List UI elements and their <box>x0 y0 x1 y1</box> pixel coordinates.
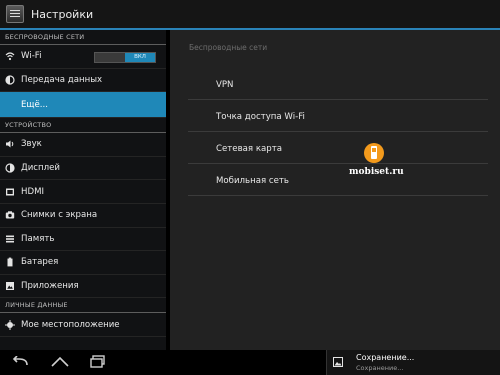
sidebar-item-label: Батарея <box>21 257 59 268</box>
battery-icon <box>5 257 15 267</box>
wifi-icon <box>5 51 15 61</box>
location-icon <box>5 319 15 330</box>
detail-item-network-card[interactable]: Сетевая карта <box>188 132 488 164</box>
sidebar-item-label: Звук <box>21 139 42 150</box>
sidebar-item-data-usage[interactable]: Передача данных <box>0 69 166 93</box>
settings-sidebar: БЕСПРОВОДНЫЕ СЕТИ Wi-Fi ВКЛ Передача дан… <box>0 30 166 350</box>
back-icon <box>12 356 28 366</box>
storage-icon <box>5 234 15 244</box>
sidebar-item-screenshots[interactable]: Снимки с экрана <box>0 204 166 228</box>
detail-item-label: Мобильная сеть <box>216 176 289 186</box>
detail-item-label: Сетевая карта <box>216 144 282 154</box>
detail-pane: Беспроводные сети VPN Точка доступа Wi-F… <box>170 30 500 350</box>
speaker-icon <box>5 139 15 149</box>
sidebar-item-label: Дисплей <box>21 163 61 174</box>
sidebar-item-location[interactable]: Мое местоположение <box>0 313 166 337</box>
sidebar-item-wifi[interactable]: Wi-Fi ВКЛ <box>0 45 166 69</box>
phone-logo-icon <box>364 143 384 163</box>
sidebar-item-display[interactable]: Дисплей <box>0 157 166 181</box>
sidebar-item-battery[interactable]: Батарея <box>0 251 166 275</box>
detail-item-wifi-hotspot[interactable]: Точка доступа Wi-Fi <box>188 100 488 132</box>
settings-app-icon[interactable] <box>6 5 24 23</box>
wifi-toggle-knob: ВКЛ <box>125 53 155 62</box>
notification-title: Сохранение... <box>356 353 415 362</box>
sidebar-item-label: Снимки с экрана <box>21 210 98 221</box>
sidebar-item-more[interactable]: Ещё... <box>0 92 166 119</box>
sidebar-item-sound[interactable]: Звук <box>0 133 166 157</box>
sidebar-item-label: HDMI <box>21 186 45 197</box>
recent-apps-button[interactable] <box>86 353 110 371</box>
app-title: Настройки <box>31 8 94 21</box>
data-usage-icon <box>5 75 15 85</box>
detail-item-mobile-network[interactable]: Мобильная сеть <box>188 164 488 196</box>
hdmi-icon <box>5 187 15 197</box>
section-header-personal: ЛИЧНЫЕ ДАННЫЕ <box>0 298 166 314</box>
sidebar-item-label: Wi-Fi <box>21 51 42 62</box>
recent-apps-icon <box>90 355 105 368</box>
wifi-toggle[interactable]: ВКЛ <box>94 52 156 63</box>
detail-item-label: Точка доступа Wi-Fi <box>216 112 305 122</box>
sidebar-item-label: Ещё... <box>21 99 49 110</box>
sidebar-item-label: Передача данных <box>21 74 103 85</box>
home-icon <box>51 356 69 367</box>
section-header-wireless: БЕСПРОВОДНЫЕ СЕТИ <box>0 30 166 45</box>
detail-item-label: VPN <box>216 80 234 90</box>
home-button[interactable] <box>48 353 72 371</box>
camera-icon <box>5 210 15 220</box>
detail-item-vpn[interactable]: VPN <box>188 68 488 100</box>
action-bar: Настройки <box>0 0 500 30</box>
brightness-icon <box>5 163 15 173</box>
detail-header: Беспроводные сети <box>189 43 268 52</box>
watermark-text: mobiset.ru <box>349 167 404 177</box>
notification-subtitle: Сохранение... <box>356 364 404 372</box>
sidebar-item-label: Приложения <box>21 281 79 292</box>
sidebar-item-hdmi[interactable]: HDMI <box>0 180 166 204</box>
section-header-device: УСТРОЙСТВО <box>0 118 166 134</box>
sidebar-item-label: Мое местоположение <box>21 319 120 330</box>
sidebar-item-apps[interactable]: Приложения <box>0 275 166 299</box>
notification-area[interactable]: Сохранение... Сохранение... <box>326 350 500 375</box>
sidebar-item-storage[interactable]: Память <box>0 228 166 252</box>
watermark-logo: mobiset.ru <box>349 140 429 185</box>
apps-icon <box>5 281 15 291</box>
back-button[interactable] <box>8 353 32 371</box>
sidebar-item-label: Память <box>21 233 55 244</box>
image-icon <box>333 357 343 367</box>
